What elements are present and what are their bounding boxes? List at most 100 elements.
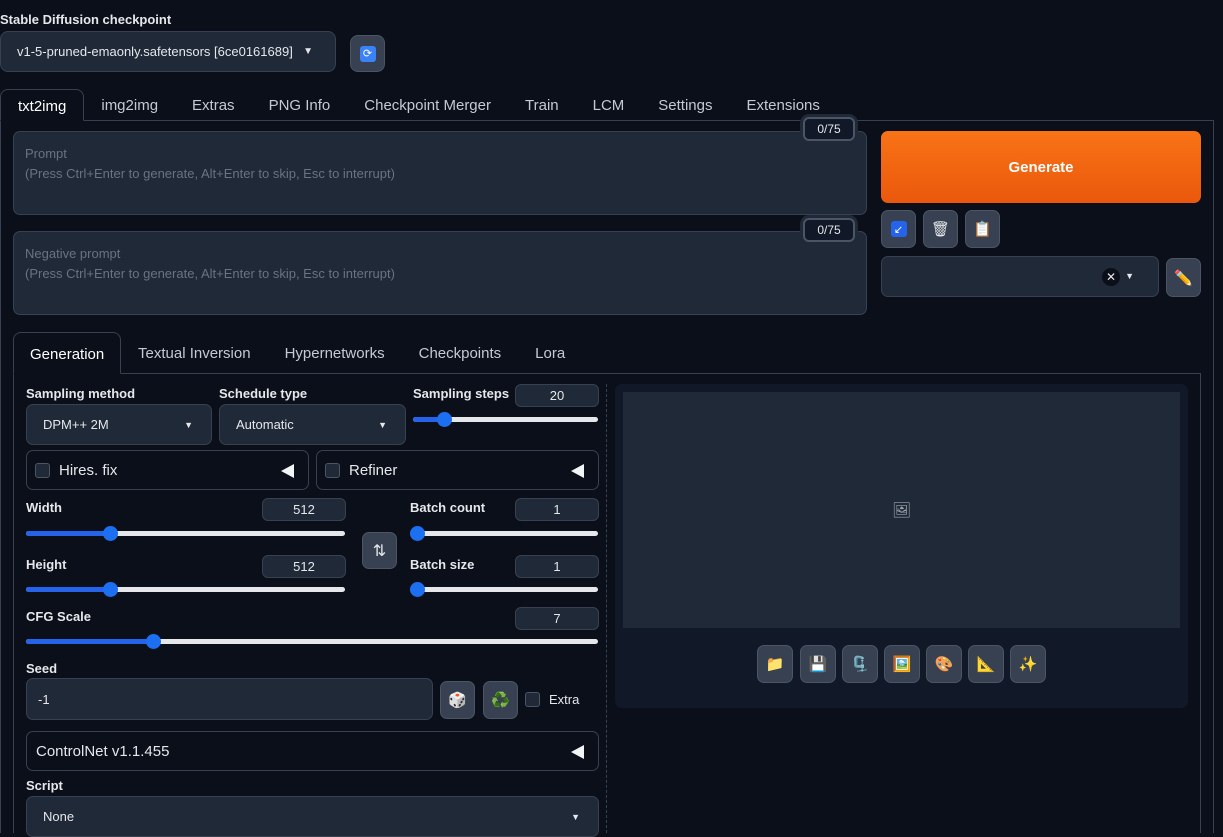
sampling-method-value: DPM++ 2M xyxy=(43,417,109,432)
extra-networks-tabs: Generation Textual Inversion Hypernetwor… xyxy=(13,332,582,374)
height-slider[interactable] xyxy=(26,582,345,597)
image-icon: 🖼️ xyxy=(892,656,912,673)
random-seed-button[interactable]: 🎲 xyxy=(440,681,475,719)
batch-size-label: Batch size xyxy=(410,557,475,572)
extra-seed-toggle[interactable]: Extra xyxy=(525,692,579,707)
schedule-type-value: Automatic xyxy=(236,417,294,432)
slider-thumb[interactable] xyxy=(102,526,118,541)
hires-fix-label: Hires. fix xyxy=(59,461,118,479)
checkpoint-dropdown[interactable]: v1-5-pruned-emaonly.safetensors [6ce0161… xyxy=(0,31,336,72)
prompt-placeholder-title: Prompt xyxy=(25,146,67,161)
checkpoint-label: Stable Diffusion checkpoint xyxy=(0,12,172,27)
tab-textual-inversion[interactable]: Textual Inversion xyxy=(121,332,268,374)
send-to-img2img-button[interactable]: 🖼️ xyxy=(884,645,920,683)
sampling-method-dropdown[interactable]: DPM++ 2M ▼ xyxy=(26,404,212,445)
folder-icon: 📁 xyxy=(765,656,785,673)
checkpoint-value: v1-5-pruned-emaonly.safetensors [6ce0161… xyxy=(17,44,293,59)
chevron-down-icon: ▼ xyxy=(571,811,580,822)
tab-png-info[interactable]: PNG Info xyxy=(252,89,348,121)
controlnet-accordion[interactable]: ControlNet v1.1.455 xyxy=(26,731,599,771)
generate-button[interactable]: Generate xyxy=(881,131,1201,203)
zip-button[interactable]: 🗜️ xyxy=(842,645,878,683)
edit-styles-button[interactable]: ✏️ xyxy=(1166,258,1201,297)
batch-count-input[interactable]: 1 xyxy=(515,498,599,521)
collapse-arrow-icon xyxy=(571,464,584,478)
schedule-type-label: Schedule type xyxy=(219,386,308,401)
schedule-type-dropdown[interactable]: Automatic ▼ xyxy=(219,404,406,445)
tab-checkpoints[interactable]: Checkpoints xyxy=(402,332,519,374)
upscale-button[interactable]: ✨ xyxy=(1010,645,1046,683)
refiner-label: Refiner xyxy=(349,461,398,479)
sampling-method-label: Sampling method xyxy=(26,386,136,401)
sampling-steps-input[interactable]: 20 xyxy=(515,384,599,407)
refresh-icon: ⟳ xyxy=(359,45,376,62)
prompt-placeholder-hint: (Press Ctrl+Enter to generate, Alt+Enter… xyxy=(25,166,395,181)
sampling-steps-label: Sampling steps xyxy=(413,386,510,401)
main-tabs: txt2img img2img Extras PNG Info Checkpoi… xyxy=(0,89,837,121)
batch-size-input[interactable]: 1 xyxy=(515,555,599,578)
seed-label: Seed xyxy=(26,661,58,676)
tab-lcm[interactable]: LCM xyxy=(576,89,642,121)
swap-icon: ⇅ xyxy=(372,542,387,560)
styles-dropdown[interactable]: ✕ ▼ xyxy=(881,256,1159,297)
tab-txt2img[interactable]: txt2img xyxy=(0,89,85,121)
apply-styles-button[interactable]: 📋 xyxy=(965,210,1000,248)
clipboard-icon: 📋 xyxy=(973,221,992,238)
hires-fix-checkbox[interactable] xyxy=(35,462,50,478)
open-folder-button[interactable]: 📁 xyxy=(757,645,793,683)
cfg-scale-input[interactable]: 7 xyxy=(515,607,599,630)
dice-icon: 🎲 xyxy=(448,692,467,709)
extra-label: Extra xyxy=(549,692,580,707)
recycle-icon: ♻️ xyxy=(491,692,510,709)
collapse-arrow-icon xyxy=(281,464,294,478)
collapse-arrow-icon xyxy=(571,745,584,759)
cfg-scale-slider[interactable] xyxy=(26,634,598,649)
clear-prompt-button[interactable]: 🗑 xyxy=(923,210,958,248)
negative-prompt-token-counter: 0/75 xyxy=(803,218,855,242)
save-button[interactable]: 💾 xyxy=(800,645,836,683)
tab-train[interactable]: Train xyxy=(508,89,576,121)
chevron-down-icon: ▼ xyxy=(303,46,313,57)
refiner-checkbox[interactable] xyxy=(325,462,340,478)
negative-prompt-input[interactable]: Negative prompt (Press Ctrl+Enter to gen… xyxy=(13,231,867,315)
negative-prompt-placeholder-title: Negative prompt xyxy=(25,246,121,261)
script-value: None xyxy=(43,809,75,824)
height-input[interactable]: 512 xyxy=(262,555,346,578)
width-slider[interactable] xyxy=(26,526,345,541)
prompt-input[interactable]: Prompt (Press Ctrl+Enter to generate, Al… xyxy=(13,131,867,215)
send-to-extras-button[interactable]: 📐 xyxy=(968,645,1004,683)
slider-thumb[interactable] xyxy=(410,582,425,597)
seed-input[interactable]: -1 xyxy=(26,678,433,720)
script-dropdown[interactable]: None ▼ xyxy=(26,796,599,837)
prompt-token-counter: 0/75 xyxy=(803,117,855,141)
extra-checkbox[interactable] xyxy=(525,692,540,707)
output-gallery[interactable]: 🖼 xyxy=(623,392,1180,628)
batch-size-slider[interactable] xyxy=(410,582,598,597)
column-divider xyxy=(606,384,607,833)
read-params-button[interactable]: ↙ xyxy=(881,210,916,248)
slider-thumb[interactable] xyxy=(437,412,453,427)
slider-thumb[interactable] xyxy=(102,582,118,597)
width-input[interactable]: 512 xyxy=(262,498,346,521)
tab-settings[interactable]: Settings xyxy=(641,89,729,121)
chevron-down-icon: ▼ xyxy=(184,419,193,430)
slider-thumb[interactable] xyxy=(410,526,425,541)
reuse-seed-button[interactable]: ♻️ xyxy=(483,681,518,719)
batch-count-slider[interactable] xyxy=(410,526,598,541)
palette-icon: 🎨 xyxy=(934,656,954,673)
chevron-down-icon: ▼ xyxy=(1125,271,1134,281)
tab-lora[interactable]: Lora xyxy=(518,332,582,374)
clear-icon[interactable]: ✕ xyxy=(1102,268,1120,286)
tab-img2img[interactable]: img2img xyxy=(84,89,175,121)
hires-fix-accordion[interactable]: Hires. fix xyxy=(26,450,309,490)
tab-extras[interactable]: Extras xyxy=(175,89,252,121)
sampling-steps-slider[interactable] xyxy=(413,412,598,427)
tab-generation[interactable]: Generation xyxy=(13,332,121,374)
swap-dimensions-button[interactable]: ⇅ xyxy=(362,532,397,569)
controlnet-label: ControlNet v1.1.455 xyxy=(36,742,170,760)
refiner-accordion[interactable]: Refiner xyxy=(316,450,599,490)
tab-checkpoint-merger[interactable]: Checkpoint Merger xyxy=(347,89,508,121)
refresh-checkpoints-button[interactable]: ⟳ xyxy=(350,35,385,72)
tab-hypernetworks[interactable]: Hypernetworks xyxy=(268,332,402,374)
send-to-inpaint-button[interactable]: 🎨 xyxy=(926,645,962,683)
